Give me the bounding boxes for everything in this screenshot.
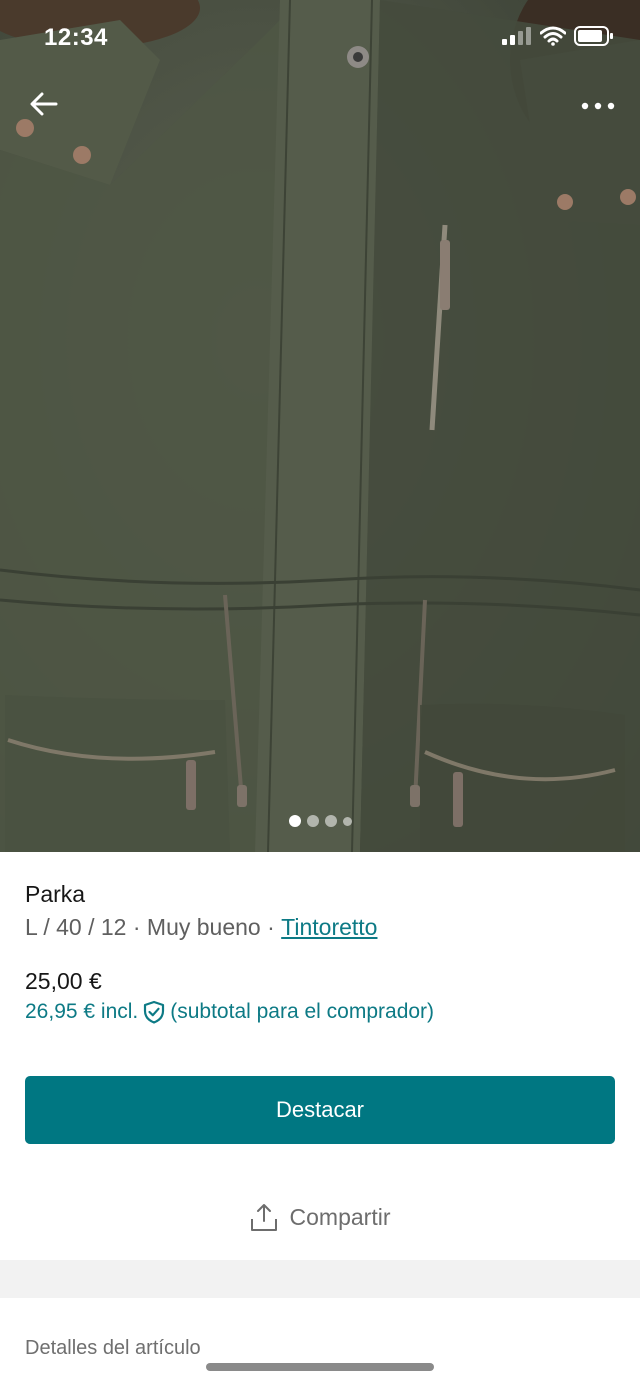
share-label: Compartir [289, 1203, 391, 1230]
buyer-price-info[interactable]: 26,95 € incl. (subtotal para el comprado… [25, 1000, 434, 1024]
battery-icon [574, 26, 613, 46]
arrow-left-icon [30, 92, 58, 116]
brand-link[interactable]: Tintoretto [281, 912, 377, 942]
item-info: Parka L / 40 / 12 · Muy bueno · Tintoret… [25, 880, 615, 942]
status-bar: 12:34 [0, 0, 640, 78]
home-indicator[interactable] [206, 1363, 434, 1371]
parka-photo [0, 0, 640, 852]
carousel-dot[interactable] [342, 816, 352, 826]
bump-button[interactable]: Destacar [25, 1076, 615, 1144]
meta-separator: · [267, 914, 275, 940]
status-icons [502, 26, 614, 46]
item-meta: L / 40 / 12 · Muy bueno · Tintoretto [25, 912, 615, 942]
more-options-button[interactable] [578, 92, 618, 120]
back-button[interactable] [24, 84, 64, 124]
ellipsis-icon [581, 102, 615, 110]
product-photo[interactable]: 12:34 [0, 0, 640, 852]
carousel-dot[interactable] [324, 815, 337, 827]
item-price: 25,00 € [25, 968, 102, 994]
status-time: 12:34 [44, 24, 108, 51]
carousel-dot[interactable] [306, 815, 319, 827]
item-title: Parka [25, 881, 86, 907]
carousel-dot[interactable] [288, 815, 301, 827]
item-condition: Muy bueno [146, 914, 261, 940]
meta-separator: · [132, 914, 141, 940]
cellular-signal-icon [502, 27, 531, 45]
shield-check-icon [144, 1000, 165, 1024]
share-button[interactable]: Compartir [0, 1190, 640, 1244]
section-divider [0, 1260, 640, 1298]
item-size: L / 40 / 12 [25, 914, 127, 940]
wifi-icon [540, 26, 566, 46]
share-icon [250, 1204, 277, 1231]
buyer-price: 26,95 € incl. [25, 1000, 139, 1023]
buyer-price-note: (subtotal para el comprador) [170, 1000, 435, 1023]
details-section-title: Detalles del artículo [25, 1337, 201, 1359]
carousel-pagination[interactable] [0, 815, 640, 827]
